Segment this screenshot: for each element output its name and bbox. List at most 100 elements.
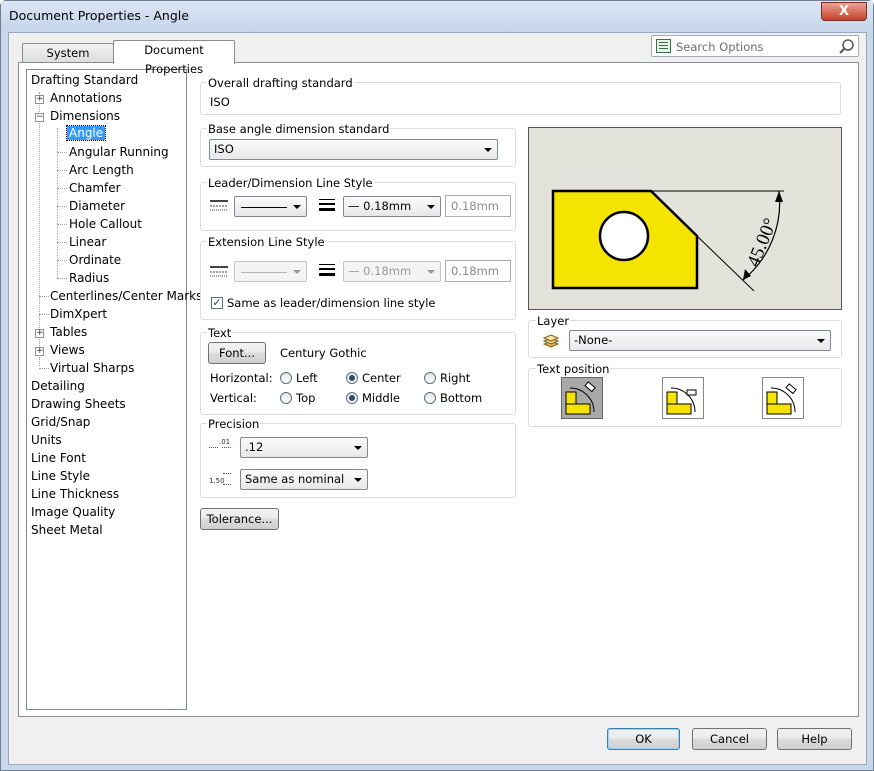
extension-thickness-dropdown[interactable]: — 0.18mm: [343, 261, 441, 282]
text-position-aligned-button[interactable]: [762, 377, 804, 419]
font-button[interactable]: Font...: [208, 342, 266, 364]
tree-item-units[interactable]: Units: [31, 433, 62, 447]
extension-thickness-value: — 0.18mm: [348, 264, 412, 278]
base-angle-value: ISO: [214, 142, 234, 156]
v-top-label: Top: [296, 391, 316, 405]
options-tree[interactable]: + − + + Drafting Standard Annotations Di…: [26, 69, 202, 710]
chevron-down-icon: [427, 205, 435, 209]
layers-icon: [542, 334, 560, 348]
text-position-inline-button[interactable]: [561, 377, 603, 419]
tree-item-detailing[interactable]: Detailing: [31, 379, 85, 393]
tree-item-angle[interactable]: Angle: [65, 125, 107, 141]
same-as-leader-checkbox[interactable]: ✓: [211, 297, 223, 309]
tree-item-centerlines[interactable]: Centerlines/Center Marks: [50, 289, 202, 303]
tree-item-arc-length[interactable]: Arc Length: [69, 163, 134, 177]
primary-precision-dropdown[interactable]: .12: [240, 437, 368, 458]
text-group-label: Text: [207, 326, 233, 340]
text-position-inline-icon: [565, 381, 596, 415]
tree-expander-dimensions[interactable]: −: [35, 113, 44, 122]
tree-item-sheet-metal[interactable]: Sheet Metal: [31, 523, 103, 537]
tree-expander-views[interactable]: +: [35, 347, 44, 356]
v-bottom-radio[interactable]: [424, 392, 436, 404]
h-center-radio[interactable]: [346, 372, 358, 384]
tree-item-linear[interactable]: Linear: [69, 235, 106, 249]
tree-item-line-font[interactable]: Line Font: [31, 451, 86, 465]
leader-custom-thickness-field[interactable]: 0.18mm: [445, 195, 511, 217]
leader-thickness-value: — 0.18mm: [348, 199, 412, 213]
tree-item-virtual-sharps[interactable]: Virtual Sharps: [50, 361, 134, 375]
search-options-icon: [656, 39, 671, 53]
tree-line: [57, 170, 67, 171]
text-position-horizontal-button[interactable]: [662, 377, 704, 419]
tolerance-precision-dropdown[interactable]: Same as nominal: [240, 469, 368, 490]
tree-line: [39, 368, 49, 369]
magnifier-icon[interactable]: [838, 38, 856, 55]
title-bar[interactable]: Document Properties - Angle X: [1, 1, 873, 31]
tolerance-button[interactable]: Tolerance...: [200, 508, 279, 530]
v-middle-radio[interactable]: [346, 392, 358, 404]
base-angle-dropdown[interactable]: ISO: [209, 139, 498, 160]
tree-item-drafting-standard[interactable]: Drafting Standard: [31, 73, 138, 87]
tree-item-grid-snap[interactable]: Grid/Snap: [31, 415, 90, 429]
tree-item-dimxpert[interactable]: DimXpert: [50, 307, 107, 321]
tree-item-drawing-sheets[interactable]: Drawing Sheets: [31, 397, 126, 411]
cancel-button[interactable]: Cancel: [692, 728, 767, 750]
extension-style-label: Extension Line Style: [207, 235, 326, 249]
tree-item-ordinate[interactable]: Ordinate: [69, 253, 121, 267]
tab-document-properties[interactable]: Document Properties: [113, 40, 235, 76]
tree-item-views[interactable]: Views: [50, 343, 85, 357]
ok-button[interactable]: OK: [607, 728, 680, 750]
tree-line: [57, 242, 67, 243]
layer-dropdown[interactable]: -None-: [569, 330, 831, 351]
tree-line: [57, 260, 67, 261]
tree-item-line-thickness[interactable]: Line Thickness: [31, 487, 119, 501]
chevron-down-icon: [484, 148, 492, 152]
leader-line-style-dropdown[interactable]: [234, 196, 307, 217]
h-right-radio[interactable]: [424, 372, 436, 384]
h-left-radio[interactable]: [280, 372, 292, 384]
primary-precision-icon: .01: [209, 439, 233, 457]
tree-expander-annotations[interactable]: +: [35, 95, 44, 104]
line-thickness-icon: [319, 199, 335, 211]
help-button[interactable]: Help: [777, 728, 852, 750]
precision-label: Precision: [207, 417, 261, 431]
h-center-label: Center: [362, 371, 401, 385]
tree-item-dimensions[interactable]: Dimensions: [50, 109, 120, 123]
tree-item-image-quality[interactable]: Image Quality: [31, 505, 115, 519]
v-top-radio[interactable]: [280, 392, 292, 404]
tree-item-annotations[interactable]: Annotations: [50, 91, 122, 105]
base-angle-label: Base angle dimension standard: [207, 122, 391, 136]
tree-item-tables[interactable]: Tables: [50, 325, 87, 339]
search-placeholder: Search Options: [676, 40, 764, 54]
same-as-leader-label: Same as leader/dimension line style: [227, 296, 436, 310]
h-left-label: Left: [296, 371, 318, 385]
tree-item-chamfer[interactable]: Chamfer: [69, 181, 121, 195]
tree-expander-tables[interactable]: +: [35, 329, 44, 338]
layer-value: -None-: [574, 333, 613, 347]
extension-custom-thickness-field[interactable]: 0.18mm: [445, 260, 511, 282]
tab-system-options[interactable]: System Options: [22, 43, 114, 79]
extension-line-style-dropdown[interactable]: [234, 261, 307, 282]
line-thickness-icon: [319, 264, 335, 276]
horizontal-label: Horizontal:: [210, 371, 273, 385]
window-title: Document Properties - Angle: [9, 8, 189, 23]
angle-dimension-text: 45.00°: [743, 215, 781, 270]
chevron-down-icon: [293, 205, 301, 209]
leader-style-label: Leader/Dimension Line Style: [207, 176, 374, 190]
tree-item-angular-running[interactable]: Angular Running: [69, 145, 169, 159]
tolerance-precision-value: Same as nominal: [245, 472, 345, 486]
leader-thickness-dropdown[interactable]: — 0.18mm: [343, 196, 441, 217]
tree-line: [57, 128, 58, 278]
text-position-aligned-icon: [766, 383, 797, 415]
vertical-label: Vertical:: [210, 391, 257, 405]
tree-line: [57, 188, 67, 189]
tree-item-radius[interactable]: Radius: [69, 271, 109, 285]
search-box[interactable]: Search Options: [651, 35, 859, 57]
tree-item-line-style[interactable]: Line Style: [31, 469, 90, 483]
line-style-icon: [210, 266, 228, 277]
tree-line: [39, 314, 49, 315]
tree-item-diameter[interactable]: Diameter: [69, 199, 125, 213]
close-button[interactable]: X: [821, 2, 867, 21]
tree-item-hole-callout[interactable]: Hole Callout: [69, 217, 142, 231]
font-name: Century Gothic: [280, 346, 367, 360]
